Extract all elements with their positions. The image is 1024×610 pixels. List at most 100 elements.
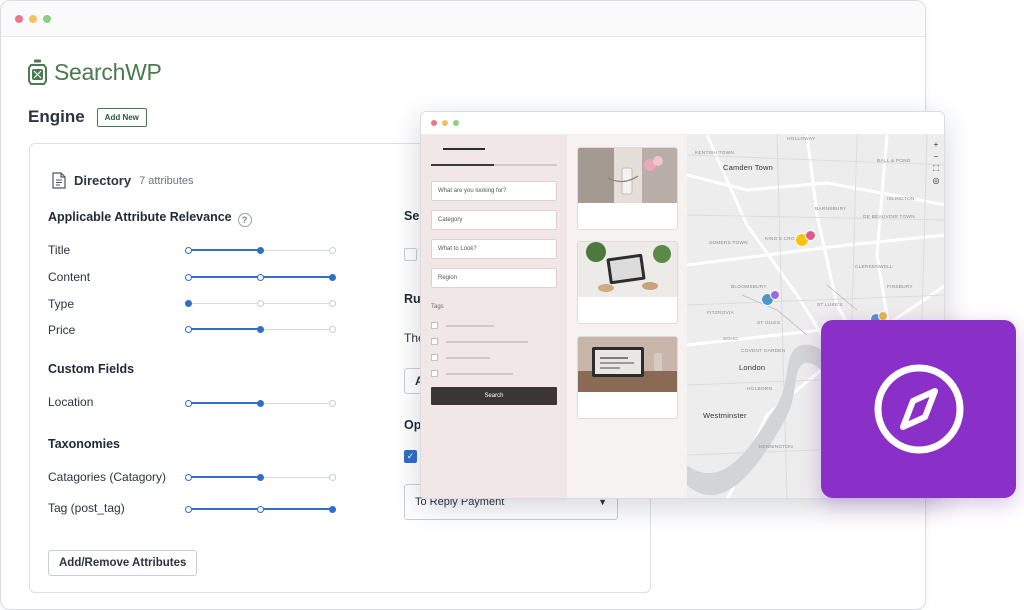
slider-fill bbox=[188, 328, 260, 330]
slider-stop[interactable] bbox=[256, 246, 264, 254]
tags-label: Tags bbox=[431, 304, 444, 310]
attr-label-tag: Tag (post_tag) bbox=[48, 501, 125, 515]
add-new-button[interactable]: Add New bbox=[96, 107, 147, 127]
category-input[interactable]: Category bbox=[431, 210, 557, 230]
slider-stop[interactable] bbox=[184, 473, 192, 481]
map-label: London bbox=[739, 363, 766, 372]
map-label: KENNINGTON bbox=[759, 445, 793, 450]
slider-location[interactable] bbox=[184, 399, 336, 407]
slider-type[interactable] bbox=[184, 299, 336, 307]
slider-stop[interactable] bbox=[256, 399, 264, 407]
right-heading-2: Ru bbox=[404, 292, 421, 306]
search-input[interactable]: What are you looking for? bbox=[431, 181, 557, 201]
preview-close-dot[interactable] bbox=[431, 120, 437, 126]
sidebar-heading-bar bbox=[443, 148, 485, 150]
slider-stop[interactable] bbox=[256, 273, 264, 281]
taxonomies-title: Taxonomies bbox=[48, 437, 121, 451]
slider-stop[interactable] bbox=[184, 246, 192, 254]
slider-stop[interactable] bbox=[328, 299, 336, 307]
results-column bbox=[567, 135, 687, 498]
preview-minimize-dot[interactable] bbox=[442, 120, 448, 126]
directory-title: Directory bbox=[74, 173, 132, 188]
slider-content[interactable] bbox=[184, 273, 336, 281]
slider-stop[interactable] bbox=[184, 299, 192, 307]
map-pin-icon[interactable] bbox=[805, 230, 816, 241]
slider-stop[interactable] bbox=[184, 325, 192, 333]
map-label: ST GILES bbox=[757, 321, 781, 326]
slider-stop[interactable] bbox=[256, 299, 264, 307]
directory-header: Directory 7 attributes bbox=[52, 172, 194, 189]
map-label: ISLINGTON bbox=[887, 197, 915, 202]
slider-stop[interactable] bbox=[328, 505, 336, 513]
slider-fill bbox=[188, 249, 260, 251]
minimize-dot[interactable] bbox=[29, 14, 37, 23]
slider-fill bbox=[188, 476, 260, 478]
slider-title[interactable] bbox=[184, 246, 336, 254]
slider-stop[interactable] bbox=[184, 505, 192, 513]
compass-icon bbox=[874, 364, 963, 454]
map-label: DE BEAUVOIR TOWN bbox=[863, 215, 915, 220]
map-label: Camden Town bbox=[723, 163, 774, 172]
slider-stop[interactable] bbox=[184, 399, 192, 407]
locate-icon[interactable]: ◎ bbox=[930, 175, 942, 187]
tag-text-line bbox=[446, 357, 490, 359]
attr-label-content: Content bbox=[48, 270, 91, 284]
slider-stop[interactable] bbox=[256, 473, 264, 481]
tag-checkbox[interactable] bbox=[431, 338, 438, 345]
fullscreen-icon[interactable]: ⛶ bbox=[930, 163, 942, 175]
result-card[interactable] bbox=[577, 147, 678, 230]
tag-checkbox[interactable] bbox=[431, 322, 438, 329]
slider-stop[interactable] bbox=[328, 473, 336, 481]
map-pin-icon[interactable] bbox=[770, 290, 780, 300]
checkbox-unchecked[interactable] bbox=[404, 248, 417, 261]
engine-title: Engine bbox=[28, 107, 85, 126]
preview-titlebar bbox=[421, 112, 944, 135]
slider-stop[interactable] bbox=[256, 505, 264, 513]
slider-tag[interactable] bbox=[184, 505, 336, 513]
maximize-dot[interactable] bbox=[43, 14, 51, 23]
zoom-in-button[interactable]: + bbox=[930, 139, 942, 151]
map-label: Westminster bbox=[703, 411, 747, 420]
close-dot[interactable] bbox=[15, 14, 23, 23]
slider-stop[interactable] bbox=[184, 273, 192, 281]
search-sidebar: What are you looking for? Category What … bbox=[421, 135, 567, 498]
region-input[interactable]: Region bbox=[431, 268, 557, 288]
attr-label-title: Title bbox=[48, 243, 71, 257]
slider-price[interactable] bbox=[184, 325, 336, 333]
lantern-icon bbox=[28, 59, 47, 85]
map-label: KENTISH TOWN bbox=[695, 151, 735, 156]
tag-option-4[interactable] bbox=[431, 370, 551, 378]
tag-text-line bbox=[446, 325, 494, 327]
map-label: ST LUKE'S bbox=[817, 303, 843, 308]
slider-stop[interactable] bbox=[328, 399, 336, 407]
add-remove-attributes-button[interactable]: Add/Remove Attributes bbox=[48, 550, 198, 576]
tag-option-1[interactable] bbox=[431, 322, 551, 330]
result-card[interactable] bbox=[577, 336, 678, 419]
search-button[interactable]: Search bbox=[431, 387, 557, 405]
tag-option-2[interactable] bbox=[431, 338, 551, 346]
map-label: SOHO bbox=[723, 337, 738, 342]
zoom-out-button[interactable]: − bbox=[930, 151, 942, 163]
map-label: BARNSBURY bbox=[815, 207, 847, 212]
map-label: COVENT GARDEN bbox=[741, 349, 786, 354]
tag-checkbox[interactable] bbox=[431, 370, 438, 377]
tag-text-line bbox=[446, 373, 513, 375]
slider-stop[interactable] bbox=[328, 325, 336, 333]
map-label: FINSBURY bbox=[887, 285, 913, 290]
question-circle-icon[interactable]: ? bbox=[237, 213, 252, 227]
what-input[interactable]: What to Look? bbox=[431, 239, 557, 259]
sidebar-progress bbox=[431, 164, 557, 166]
preview-maximize-dot[interactable] bbox=[453, 120, 459, 126]
result-card[interactable] bbox=[577, 241, 678, 324]
slider-stop[interactable] bbox=[328, 246, 336, 254]
slider-stop[interactable] bbox=[256, 325, 264, 333]
slider-categories[interactable] bbox=[184, 473, 336, 481]
tag-option-3[interactable] bbox=[431, 354, 551, 362]
stage: SearchWP Engine Add New Directory 7 attr… bbox=[0, 0, 1024, 610]
tag-checkbox[interactable] bbox=[431, 354, 438, 361]
map-label: SOMERS TOWN bbox=[709, 241, 748, 246]
checkbox-checked[interactable]: ✓ bbox=[404, 450, 417, 463]
custom-fields-title: Custom Fields bbox=[48, 362, 135, 376]
right-heading-1: Se bbox=[404, 209, 420, 223]
slider-stop[interactable] bbox=[328, 273, 336, 281]
